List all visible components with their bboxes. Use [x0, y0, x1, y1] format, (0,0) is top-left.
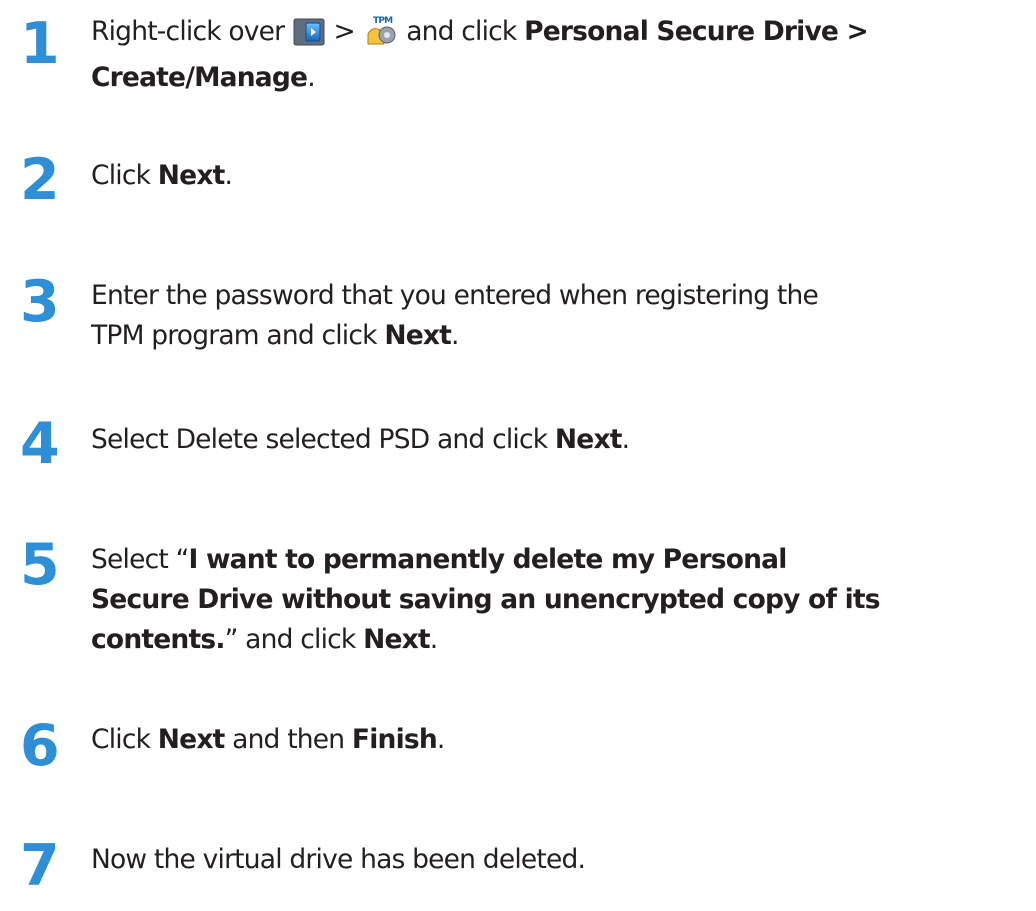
step-line: Enter the password that you entered when… [91, 280, 819, 311]
step-text: Enter the password that you entered when… [91, 276, 1036, 356]
step-line: Create/Manage. [91, 62, 316, 93]
step-text: Click Next. [91, 160, 233, 191]
step-text: Click Next and then Finish. [91, 724, 445, 755]
step-line: contents.” and click Next. [91, 624, 438, 655]
step-line: Secure Drive without saving an unencrypt… [91, 584, 881, 615]
play-arrow-icon [293, 18, 325, 58]
step-text: Now the virtual drive has been deleted. [91, 844, 586, 875]
step-line: Select “I want to permanently delete my … [91, 544, 787, 575]
step-number: 6 [20, 713, 60, 779]
step-line: TPM program and click Next. [91, 320, 459, 351]
step-text: Select Delete selected PSD and click Nex… [91, 424, 630, 455]
tpm-icon: TPM [364, 14, 398, 58]
step-number: 7 [20, 833, 60, 899]
step-number: 3 [20, 269, 60, 335]
step-number: 5 [20, 532, 60, 598]
step-text: Select “I want to permanently delete my … [91, 540, 1036, 660]
step-line: Right-click over > TPM and click Persona… [91, 12, 1036, 58]
svg-text:TPM: TPM [373, 16, 393, 26]
step-number: 1 [20, 11, 60, 77]
step-number: 4 [20, 411, 60, 477]
step-number: 2 [20, 147, 60, 213]
step-text: Right-click over > TPM and click Persona… [91, 12, 1036, 98]
